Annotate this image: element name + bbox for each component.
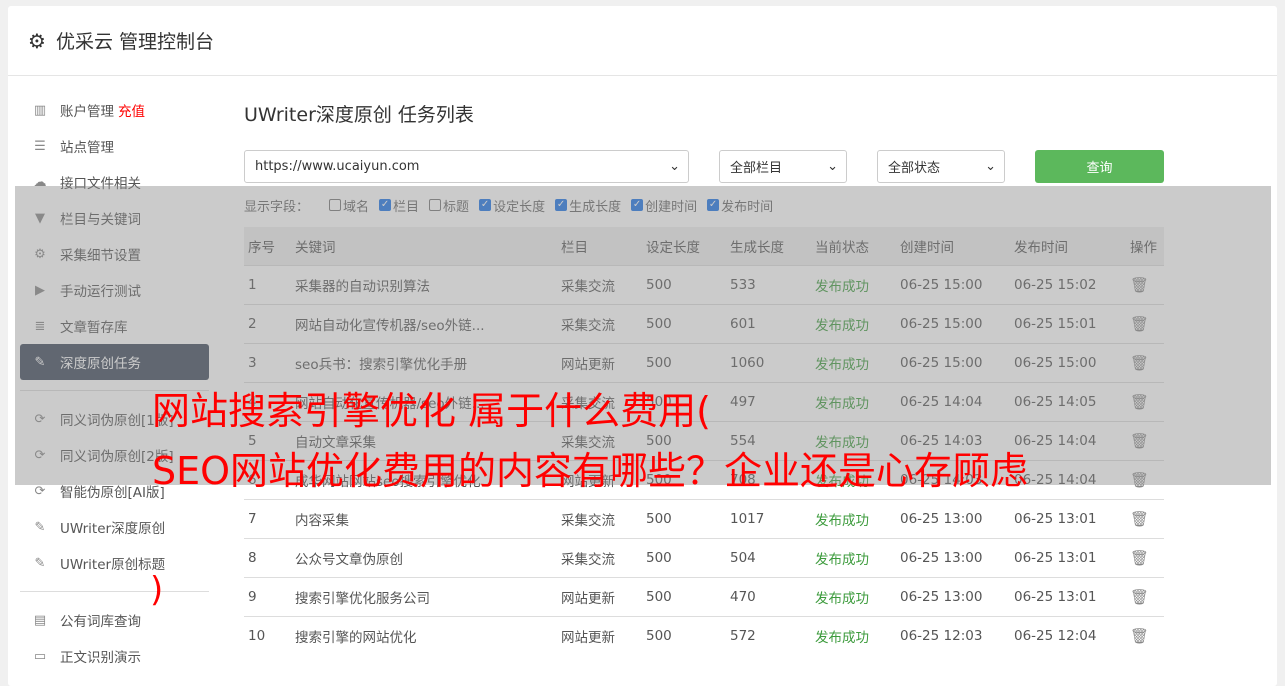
monitor-icon: ▭ xyxy=(33,648,47,664)
table-cell: 发布成功 xyxy=(811,576,896,616)
overlay-headline-2: SEO网站优化费用的内容有哪些？企业还是心存顾虑 xyxy=(152,449,1029,493)
chevron-down-icon: ⌄ xyxy=(985,159,996,174)
table-cell: 500 xyxy=(642,615,726,655)
sidebar-item-label: 账户管理 xyxy=(60,104,114,120)
table-cell: 06-25 13:00 xyxy=(896,537,1010,577)
column-select-value: 全部栏目 xyxy=(730,161,783,176)
sidebar-item[interactable]: ▭ 正文识别演示 xyxy=(20,638,209,674)
table-cell: 500 xyxy=(642,576,726,616)
table-cell: 发布成功 xyxy=(811,615,896,655)
delete-cell: 🗑 xyxy=(1126,498,1164,538)
table-cell: 504 xyxy=(726,537,811,577)
table-cell: 06-25 13:00 xyxy=(896,498,1010,538)
sidebar-item-label: 站点管理 xyxy=(60,140,114,156)
trash-icon[interactable]: 🗑 xyxy=(1130,510,1149,528)
sidebar-item[interactable]: ▤ 公有词库查询 xyxy=(20,602,209,638)
table-cell: 500 xyxy=(642,498,726,538)
table-row: 8 公众号文章伪原创 采集交流 500 504 发布成功 06-25 13:00 06-25 … xyxy=(244,537,1164,577)
edit-icon: ✎ xyxy=(34,555,46,571)
table-cell: 8 xyxy=(244,537,291,577)
table-cell: 发布成功 xyxy=(811,537,896,577)
trash-icon[interactable]: 🗑 xyxy=(1130,549,1149,567)
table-row: 7 内容采集 采集交流 500 1017 发布成功 06-25 13:00 06-25 13:… xyxy=(244,498,1164,538)
table-cell: 公众号文章伪原创 xyxy=(291,537,557,577)
bar-chart-icon: ▥ xyxy=(33,102,47,118)
table-cell: 7 xyxy=(244,498,291,538)
book-icon: ▤ xyxy=(33,612,47,628)
overlay-banner xyxy=(15,186,1271,485)
table-cell: 10 xyxy=(244,615,291,655)
table-cell: 06-25 13:01 xyxy=(1010,498,1126,538)
status-select-value: 全部状态 xyxy=(888,161,941,176)
table-cell: 网站更新 xyxy=(557,615,642,655)
trash-icon[interactable]: 🗑 xyxy=(1130,627,1149,645)
status-select[interactable]: 全部状态 ⌄ xyxy=(877,150,1005,183)
table-cell: 06-25 12:03 xyxy=(896,615,1010,655)
refresh-icon: ⟳ xyxy=(34,483,46,499)
table-row: 10 搜索引擎的网站优化 网站更新 500 572 发布成功 06-25 12:03 06-2… xyxy=(244,615,1164,655)
table-cell: 06-25 13:01 xyxy=(1010,576,1126,616)
table-cell: 06-25 13:00 xyxy=(896,576,1010,616)
divider xyxy=(20,591,209,592)
table-cell: 572 xyxy=(726,615,811,655)
sidebar-item[interactable]: ☰ 站点管理 xyxy=(20,128,209,164)
table-cell: 发布成功 xyxy=(811,498,896,538)
table-cell: 1017 xyxy=(726,498,811,538)
table-cell: 470 xyxy=(726,576,811,616)
sidebar-item-label: UWriter深度原创 xyxy=(60,521,166,537)
column-select[interactable]: 全部栏目 ⌄ xyxy=(719,150,847,183)
sidebar-item[interactable]: ✎ UWriter原创标题 xyxy=(20,545,209,581)
table-cell: 06-25 12:04 xyxy=(1010,615,1126,655)
delete-cell: 🗑 xyxy=(1126,615,1164,655)
table-cell: 9 xyxy=(244,576,291,616)
gear-icon: ⚙ xyxy=(28,28,46,53)
trash-icon[interactable]: 🗑 xyxy=(1130,588,1149,606)
table-cell: 内容采集 xyxy=(291,498,557,538)
sidebar-item-label: 公有词库查询 xyxy=(60,614,141,630)
overlay-headline-3: ) xyxy=(150,570,164,610)
delete-cell: 🗑 xyxy=(1126,537,1164,577)
chevron-down-icon: ⌄ xyxy=(827,159,838,174)
page-title: UWriter深度原创 任务列表 xyxy=(244,104,474,126)
sidebar-item-label: 正文识别演示 xyxy=(60,650,141,666)
delete-cell: 🗑 xyxy=(1126,576,1164,616)
sidebar-item[interactable]: ▥ 账户管理 充值 xyxy=(20,92,209,128)
site-select-value: https://www.ucaiyun.com xyxy=(255,159,420,174)
table-cell: 采集交流 xyxy=(557,537,642,577)
table-cell: 采集交流 xyxy=(557,498,642,538)
app-title: 优采云 管理控制台 xyxy=(55,31,214,53)
recharge-link[interactable]: 充值 xyxy=(118,100,145,120)
table-cell: 搜索引擎的网站优化 xyxy=(291,615,557,655)
table-cell: 网站更新 xyxy=(557,576,642,616)
query-button[interactable]: 查询 xyxy=(1035,150,1164,183)
table-cell: 搜索引擎优化服务公司 xyxy=(291,576,557,616)
header: ⚙ 优采云 管理控制台 xyxy=(8,6,1277,76)
table-cell: 06-25 13:01 xyxy=(1010,537,1126,577)
server-icon: ☰ xyxy=(34,138,46,154)
table-row: 9 搜索引擎优化服务公司 网站更新 500 470 发布成功 06-25 13:00 06-2… xyxy=(244,576,1164,616)
table-cell: 500 xyxy=(642,537,726,577)
edit-icon: ✎ xyxy=(34,519,46,535)
site-select[interactable]: https://www.ucaiyun.com ⌄ xyxy=(244,150,689,183)
overlay-headline-1: 网站搜索引擎优化 属于什么费用( xyxy=(152,389,711,433)
sidebar-item[interactable]: ✎ UWriter深度原创 xyxy=(20,509,209,545)
chevron-down-icon: ⌄ xyxy=(669,159,680,174)
